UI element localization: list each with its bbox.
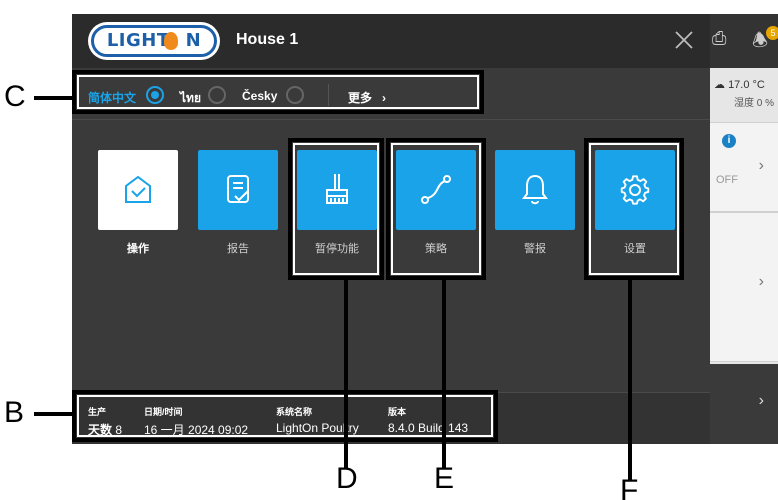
tile-label-operation: 操作	[127, 243, 149, 255]
tile-label-strategy: 策略	[425, 243, 447, 255]
background-dark-card[interactable]: ›	[710, 364, 778, 444]
dialog-header: LIGHT N House 1	[72, 14, 710, 68]
language-bar: 简体中文 ไทย Česky 更多 ›	[72, 68, 710, 120]
version-value: 8.4.0 Build 143	[388, 421, 469, 435]
chevron-right-icon: ›	[758, 157, 764, 174]
info-icon[interactable]: i	[722, 134, 736, 148]
annotation-line-c	[34, 96, 72, 100]
gear-icon	[620, 175, 650, 205]
more-languages-link[interactable]: 更多 ›	[348, 89, 386, 106]
tile-report[interactable]	[198, 150, 278, 230]
chevron-right-icon: ›	[382, 91, 387, 105]
language-radio-zh[interactable]	[146, 86, 164, 104]
status-footer: 生产 天数 8 日期/时间 16 一月 2024 09:02 系统名称 Ligh…	[72, 392, 710, 444]
language-option-th[interactable]: ไทย	[180, 89, 201, 108]
tile-operation[interactable]	[98, 150, 178, 230]
tile-alarm[interactable]	[495, 150, 575, 230]
annotation-line-d	[344, 280, 348, 468]
datetime-value: 16 一月 2024 09:02	[144, 423, 249, 437]
annotation-letter-c: C	[4, 80, 26, 113]
production-label: 生产	[88, 407, 107, 417]
lighton-logo: LIGHT N	[88, 22, 220, 60]
production-value: 天数 8	[88, 423, 123, 437]
language-radio-cs[interactable]	[286, 86, 304, 104]
system-name-label: 系统名称	[276, 407, 313, 417]
weather-icon: ☁	[714, 79, 725, 91]
temperature-readout: ☁ 17.0 °C	[714, 79, 765, 91]
tile-label-settings: 设置	[624, 243, 646, 255]
bell-icon	[522, 174, 548, 205]
broom-icon	[326, 174, 348, 204]
tile-settings[interactable]	[595, 150, 675, 230]
background-header: ⎙ 🕭 5	[710, 14, 778, 68]
datetime-label: 日期/时间	[144, 407, 183, 417]
house-check-icon	[125, 175, 151, 203]
chevron-right-icon: ›	[758, 392, 764, 409]
tile-label-alarm: 警报	[524, 243, 546, 255]
annotation-line-f	[628, 280, 632, 480]
annotation-letter-f: F	[620, 474, 639, 500]
language-radio-th[interactable]	[208, 86, 226, 104]
notification-badge: 5	[766, 26, 778, 40]
report-icon	[227, 175, 249, 203]
background-card[interactable]: ›	[710, 122, 778, 212]
tile-label-report: 报告	[227, 243, 249, 255]
background-card[interactable]: ›	[710, 212, 778, 362]
humidity-readout: 湿度 0 %	[734, 98, 775, 109]
annotation-letter-e: E	[434, 462, 455, 495]
annotation-letter-d: D	[336, 462, 358, 495]
annotation-line-e	[442, 280, 446, 468]
house-dialog: LIGHT N House 1 简体中文 ไทย Česky 更多 › 操作 报…	[72, 14, 710, 444]
off-status: OFF	[716, 174, 738, 186]
language-option-cs[interactable]: Česky	[242, 89, 277, 103]
annotation-line-b	[34, 412, 72, 416]
language-option-zh[interactable]: 简体中文	[88, 89, 136, 106]
background-app: ⎙ 🕭 5 ☁ 17.0 °C 湿度 0 % › i OFF › ›	[710, 14, 778, 444]
page-title: House 1	[236, 31, 299, 48]
tile-strategy[interactable]	[396, 150, 476, 230]
screenshot: ⎙ 🕭 5 ☁ 17.0 °C 湿度 0 % › i OFF › › LIGHT…	[0, 0, 778, 500]
tile-label-pause: 暂停功能	[315, 243, 359, 255]
annotation-letter-b: B	[4, 396, 25, 429]
close-icon[interactable]	[672, 28, 696, 52]
phone-icon[interactable]: ⎙	[712, 28, 726, 49]
version-label: 版本	[388, 407, 407, 417]
divider	[328, 84, 329, 106]
tile-pause[interactable]	[297, 150, 377, 230]
chevron-right-icon: ›	[758, 273, 764, 290]
curve-icon	[421, 175, 451, 204]
